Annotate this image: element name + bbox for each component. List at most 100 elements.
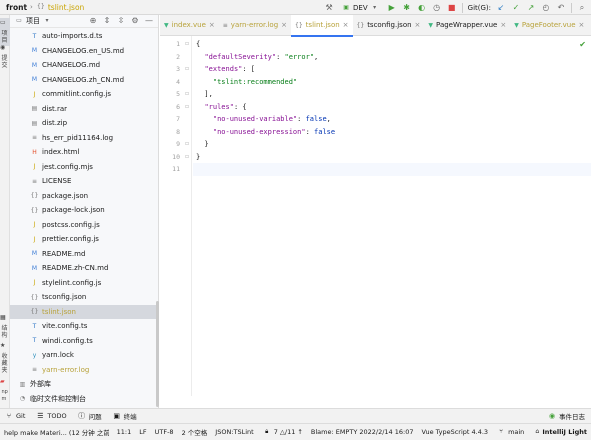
status-encoding[interactable]: UTF-8 bbox=[155, 428, 174, 436]
tree-item[interactable]: Tvite.config.ts bbox=[10, 319, 158, 334]
run-config-label: DEV bbox=[353, 3, 368, 12]
tree-item[interactable]: Hindex.html bbox=[10, 145, 158, 160]
status-lock[interactable]: ⌂ bbox=[532, 427, 542, 437]
editor-tab[interactable]: ▼ index.vue × bbox=[160, 15, 219, 36]
tree-item[interactable]: Jstylelint.config.js bbox=[10, 276, 158, 291]
code-editor[interactable]: { "defaultSeverity": "error", "extends":… bbox=[193, 36, 591, 396]
debug-icon[interactable]: ✱ bbox=[402, 3, 412, 13]
collapse-all-icon[interactable]: ⇳ bbox=[116, 16, 126, 26]
status-branch[interactable]: ⑂ main bbox=[496, 427, 524, 437]
tool-tab-structure[interactable]: ▦ 结构 bbox=[0, 315, 10, 340]
tree-item[interactable]: {} tslint.json bbox=[10, 304, 158, 319]
tree-item-label: CHANGELOG.en_US.md bbox=[42, 46, 125, 55]
fold-marker-icon[interactable]: ▫ bbox=[185, 138, 189, 151]
tree-item[interactable]: Jprettier.config.js bbox=[10, 232, 158, 247]
close-icon[interactable]: × bbox=[579, 21, 585, 29]
status-blame[interactable]: Blame: EMPTY 2022/2/14 16:07 bbox=[311, 428, 414, 436]
close-icon[interactable]: × bbox=[209, 21, 215, 29]
tree-item[interactable]: ▤ dist.rar bbox=[10, 102, 158, 117]
tool-tab-npm[interactable]: ▰ npm bbox=[0, 379, 10, 403]
tree-item-label: CHANGELOG.zh_CN.md bbox=[42, 75, 125, 84]
close-icon[interactable]: × bbox=[500, 21, 506, 29]
tree-item-label: 外部库 bbox=[30, 380, 51, 389]
tool-tab-project[interactable]: ▭ 项目 bbox=[0, 18, 10, 46]
git-update-icon[interactable]: ↙ bbox=[496, 3, 506, 13]
tool-tab-commit[interactable]: ◉ 提交 bbox=[0, 45, 10, 70]
run-icon[interactable]: ▶ bbox=[387, 3, 397, 13]
status-message[interactable]: help make Materi... (12 分钟 之前) bbox=[0, 427, 109, 437]
tree-item[interactable]: ▤ dist.zip bbox=[10, 116, 158, 131]
status-vue-ts[interactable]: Vue TypeScript 4.4.3 bbox=[421, 428, 488, 436]
close-icon[interactable]: × bbox=[415, 21, 421, 29]
hammer-icon[interactable]: ⚒ bbox=[324, 3, 334, 13]
breadcrumb-file[interactable]: tslint.json bbox=[48, 3, 84, 12]
close-icon[interactable]: × bbox=[343, 21, 349, 29]
tool-window-todo[interactable]: ☰ TODO bbox=[35, 411, 66, 421]
breadcrumb-project[interactable]: front bbox=[6, 3, 27, 12]
tree-item-label: package-lock.json bbox=[42, 206, 105, 215]
fold-marker-icon[interactable]: ▫ bbox=[185, 38, 189, 51]
gear-icon[interactable]: ⚙ bbox=[130, 16, 140, 26]
code-line: } bbox=[196, 151, 200, 164]
history-icon[interactable]: ◴ bbox=[541, 3, 551, 13]
project-view-selector[interactable]: ▭ 项目 ▾ bbox=[14, 16, 52, 26]
status-checks[interactable]: 🔒︎ 7 △/11 ↑ bbox=[262, 427, 303, 437]
tool-tab-bookmarks[interactable]: ★ 收藏夹 bbox=[0, 343, 10, 375]
fold-marker-icon[interactable]: ▫ bbox=[185, 88, 189, 101]
tree-item[interactable]: ≡ LICENSE bbox=[10, 174, 158, 189]
code-token: false bbox=[305, 115, 327, 123]
project-scrollbar[interactable] bbox=[156, 301, 159, 407]
search-icon[interactable]: ⌕ bbox=[577, 3, 587, 13]
tree-item[interactable]: Jpostcss.config.js bbox=[10, 218, 158, 233]
fold-marker-icon[interactable]: ▫ bbox=[185, 101, 189, 114]
git-push-icon[interactable]: ↗ bbox=[526, 3, 536, 13]
editor-tab[interactable]: {} tslint.json × bbox=[291, 14, 353, 37]
tree-item[interactable]: M CHANGELOG.md bbox=[10, 58, 158, 73]
tree-item[interactable]: {} package.json bbox=[10, 189, 158, 204]
editor-tab[interactable]: ▼ PageFooter.vue × bbox=[510, 15, 588, 36]
coverage-icon[interactable]: ◐ bbox=[417, 3, 427, 13]
fold-marker-icon[interactable]: ▫ bbox=[185, 63, 189, 76]
rollback-icon[interactable]: ↶ bbox=[556, 3, 566, 13]
tree-item[interactable]: ▥ 外部库 bbox=[10, 377, 158, 392]
tree-item[interactable]: ≡ hs_err_pid11164.log bbox=[10, 131, 158, 146]
code-token: : bbox=[305, 127, 315, 136]
tree-item[interactable]: M README.md bbox=[10, 247, 158, 262]
tool-window-event-log[interactable]: ◉ 事件日志 bbox=[547, 411, 591, 421]
locate-icon[interactable]: ⊕ bbox=[88, 16, 98, 26]
status-json-schema[interactable]: JSON:TSLint bbox=[215, 428, 253, 436]
status-indent[interactable]: 2 个空格 bbox=[182, 427, 208, 437]
tool-window-terminal[interactable]: ▣ 终端 bbox=[112, 411, 136, 421]
status-position[interactable]: 11:1 bbox=[117, 428, 132, 436]
status-line-separator[interactable]: LF bbox=[139, 428, 146, 436]
tree-item[interactable]: ◔ 临时文件和控制台 bbox=[10, 392, 158, 407]
minimize-icon[interactable]: — bbox=[144, 16, 154, 26]
inspection-ok-icon[interactable]: ✔ bbox=[579, 40, 586, 49]
tree-item[interactable]: M README.zh-CN.md bbox=[10, 261, 158, 276]
fold-marker-icon[interactable]: ▫ bbox=[185, 151, 189, 164]
editor-tab[interactable]: {} tsconfig.json × bbox=[353, 15, 425, 36]
git-commit-icon[interactable]: ✓ bbox=[511, 3, 521, 13]
tree-item[interactable]: Jjest.config.mjs bbox=[10, 160, 158, 175]
profile-icon[interactable]: ◷ bbox=[432, 3, 442, 13]
editor-tab[interactable]: ≡ yarn-error.log × bbox=[219, 15, 291, 36]
code-token: : bbox=[297, 115, 306, 123]
tree-item[interactable]: Jcommitlint.config.js bbox=[10, 87, 158, 102]
run-config-selector[interactable]: ▣ DEV ▾ bbox=[339, 3, 382, 13]
tree-item[interactable]: ≡ yarn-error.log bbox=[10, 363, 158, 378]
vue-icon: ▼ bbox=[164, 21, 169, 29]
tree-item[interactable]: M CHANGELOG.zh_CN.md bbox=[10, 73, 158, 88]
tree-item[interactable]: M CHANGELOG.en_US.md bbox=[10, 44, 158, 59]
tree-item[interactable]: {} package-lock.json bbox=[10, 203, 158, 218]
tool-window-problems[interactable]: ⓘ 问题 bbox=[77, 411, 102, 421]
status-theme[interactable]: IntelliJ Light bbox=[542, 428, 591, 436]
tree-item[interactable]: Twindi.config.ts bbox=[10, 334, 158, 349]
expand-all-icon[interactable]: ⇕ bbox=[102, 16, 112, 26]
stop-icon[interactable]: ■ bbox=[447, 3, 457, 13]
editor-tab[interactable]: ▼ PageWrapper.vue × bbox=[424, 15, 510, 36]
tree-item[interactable]: {} tsconfig.json bbox=[10, 290, 158, 305]
tree-item[interactable]: y yarn.lock bbox=[10, 348, 158, 363]
tree-item[interactable]: Tauto-imports.d.ts bbox=[10, 29, 158, 44]
tool-window-git[interactable]: ⑂ Git bbox=[4, 411, 26, 421]
close-icon[interactable]: × bbox=[281, 21, 287, 29]
